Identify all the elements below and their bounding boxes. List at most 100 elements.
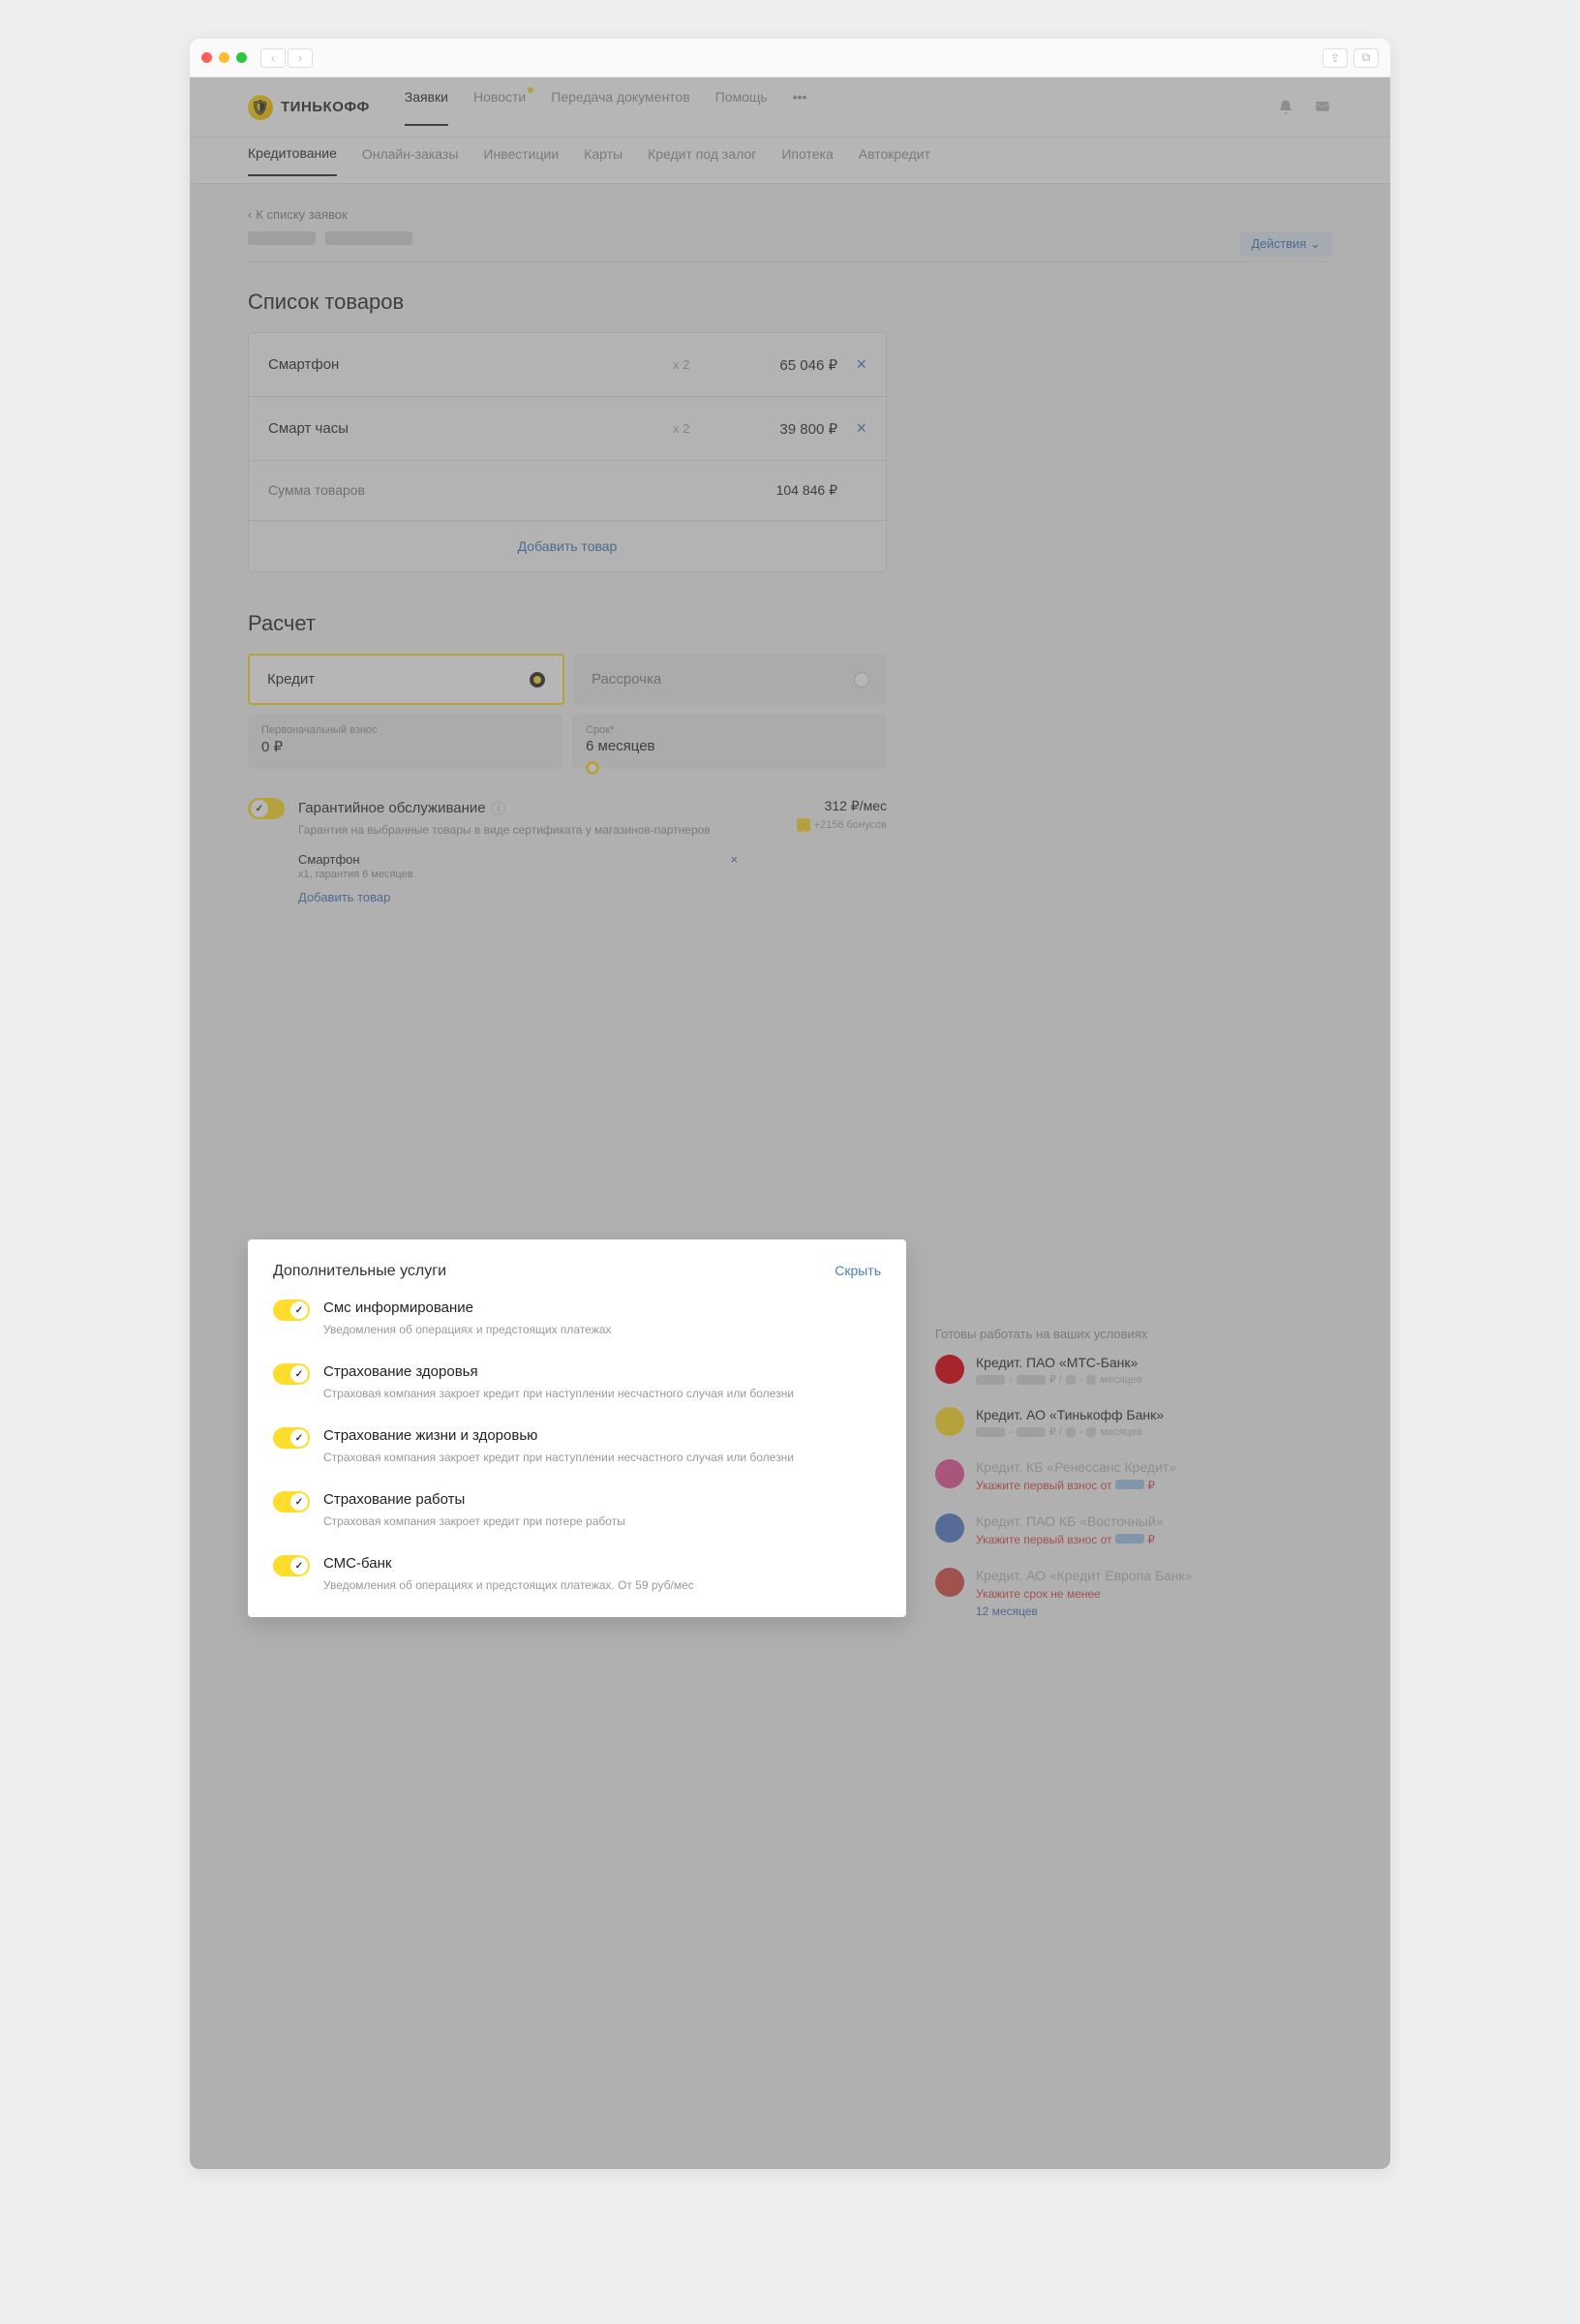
service-desc: Страховая компания закроет кредит при на… (323, 1449, 881, 1466)
nav-help[interactable]: Помощь (715, 89, 768, 126)
service-toggle[interactable] (273, 1427, 310, 1449)
service-row: Страхование здоровья Страховая компания з… (273, 1363, 881, 1402)
service-desc: Страховая компания закроет кредит при по… (323, 1513, 881, 1530)
good-qty: x 2 (673, 357, 731, 372)
subnav-mortgage[interactable]: Ипотека (781, 146, 833, 175)
titlebar: ‹ › ⇪ ⧉ (190, 39, 1390, 77)
info-icon[interactable]: ⓘ (492, 798, 506, 818)
goods-title: Список товаров (248, 290, 1332, 315)
bank-error: Укажите первый взнос от ₽ (976, 1479, 1284, 1492)
good-price: 39 800 ₽ (731, 420, 837, 438)
tab-installment[interactable]: Рассрочка (574, 654, 887, 705)
delete-row-icon[interactable]: × (837, 418, 866, 439)
service-toggle[interactable] (273, 1300, 310, 1321)
service-title: Страхование жизни и здоровью (323, 1427, 881, 1444)
bank-link[interactable]: 12 месяцев (976, 1605, 1284, 1618)
subnav-auto[interactable]: Автокредит (859, 146, 930, 175)
bank-offer[interactable]: Кредит. КБ «Ренессанс Кредит» Укажите пер… (935, 1459, 1284, 1492)
calc-title: Расчет (248, 611, 1332, 636)
minimize-icon[interactable] (219, 52, 229, 63)
logo-icon: 🛡︎ (248, 95, 273, 120)
service-desc: Страховая компания закроет кредит при на… (323, 1385, 881, 1402)
bank-name: Кредит. АО «Кредит Европа Банк» (976, 1568, 1284, 1583)
offers-heading: Готовы работать на ваших условиях (935, 1327, 1284, 1341)
table-row: Смарт часы x 2 39 800 ₽ × (249, 397, 886, 461)
nav-news[interactable]: Новости (473, 89, 526, 126)
bank-error: Укажите срок не менее (976, 1587, 1284, 1601)
close-icon[interactable] (201, 52, 212, 63)
chat-icon[interactable] (1313, 98, 1332, 117)
bonus-icon: ☆ (797, 818, 810, 832)
bell-icon[interactable] (1276, 98, 1295, 117)
warranty-toggle[interactable] (248, 798, 285, 819)
delete-row-icon[interactable]: × (837, 354, 866, 375)
subnav-online[interactable]: Онлайн-заказы (362, 146, 459, 175)
main-nav: Заявки Новости Передача документов Помощ… (405, 89, 807, 126)
nav-requests[interactable]: Заявки (405, 89, 448, 126)
chevron-left-icon: ‹ (248, 207, 252, 222)
service-toggle[interactable] (273, 1491, 310, 1513)
extra-title: Дополнительные услуги (273, 1263, 446, 1280)
bank-offer[interactable]: Кредит. АО «Кредит Европа Банк» Укажите с… (935, 1568, 1284, 1618)
browser-window: ‹ › ⇪ ⧉ 🛡︎ ТИНЬКОФФ Заявки Новости Перед… (190, 39, 1390, 2169)
bank-logo-icon (935, 1568, 964, 1597)
service-toggle[interactable] (273, 1555, 310, 1576)
bank-logo-icon (935, 1355, 964, 1384)
nav-more-icon[interactable]: ••• (793, 89, 807, 126)
service-row: Смс информированиеУведомления об операци… (273, 1300, 881, 1338)
goods-sum-row: Сумма товаров 104 846 ₽ (249, 461, 886, 521)
redacted-text (325, 231, 412, 245)
calc-type-tabs: Кредит Рассрочка (248, 654, 887, 705)
service-toggle[interactable] (273, 1363, 310, 1385)
bank-meta: - ₽ / - месяцев (976, 1425, 1284, 1438)
divider (248, 261, 1332, 262)
bank-offer[interactable]: Кредит. ПАО «МТС-Банк» - ₽ / - месяцев (935, 1355, 1284, 1386)
back-link[interactable]: ‹ К списку заявок (248, 207, 1332, 222)
hide-link[interactable]: Скрыть (835, 1263, 881, 1280)
slider-knob-icon[interactable] (586, 761, 599, 775)
nav-docs[interactable]: Передача документов (551, 89, 689, 126)
warranty-title: Гарантийное обслуживание ⓘ (298, 798, 738, 818)
term-slider[interactable]: Срок* 6 месяцев (572, 715, 887, 769)
bank-name: Кредит. ПАО КБ «Восточный» (976, 1514, 1284, 1529)
subnav-credit[interactable]: Кредитование (248, 145, 337, 176)
add-good-link[interactable]: Добавить товар (249, 521, 886, 571)
bank-offer[interactable]: Кредит. ПАО КБ «Восточный» Укажите первый… (935, 1514, 1284, 1546)
goods-table: Смартфон x 2 65 046 ₽ × Смарт часы x 2 3… (248, 332, 887, 572)
bank-offer[interactable]: Кредит. АО «Тинькофф Банк» - ₽ / - месяц… (935, 1407, 1284, 1438)
service-title: Страхование здоровья (323, 1363, 881, 1380)
service-title: Страхование работы (323, 1491, 881, 1508)
tab-credit[interactable]: Кредит (248, 654, 564, 705)
table-row: Смартфон x 2 65 046 ₽ × (249, 333, 886, 397)
bank-meta: - ₽ / - месяцев (976, 1373, 1284, 1386)
warranty-item: Смартфон (298, 852, 730, 867)
down-payment-input[interactable]: Первоначальный взнос 0 ₽ (248, 715, 562, 769)
tabs-icon[interactable]: ⧉ (1353, 48, 1379, 68)
service-desc: Уведомления об операциях и предстоящих п… (323, 1321, 881, 1338)
service-row: Страхование работы Страховая компания зак… (273, 1491, 881, 1530)
service-title: СМС-банк (323, 1555, 881, 1572)
back-nav-icon[interactable]: ‹ (260, 48, 286, 68)
subnav-cards[interactable]: Карты (584, 146, 623, 175)
bank-error: Укажите первый взнос от ₽ (976, 1533, 1284, 1546)
delete-warranty-icon[interactable]: × (730, 852, 738, 867)
maximize-icon[interactable] (236, 52, 247, 63)
warranty-price: 312 ₽/мес (751, 798, 887, 814)
extra-services-panel: Дополнительные услуги Скрыть Смс информи… (248, 1239, 906, 1617)
subnav-secured[interactable]: Кредит под залог (648, 146, 756, 175)
subnav-invest[interactable]: Инвестиции (483, 146, 559, 175)
warranty-row: Гарантийное обслуживание ⓘ Гарантия на в… (248, 798, 887, 904)
good-name: Смарт часы (268, 420, 673, 437)
logo[interactable]: 🛡︎ ТИНЬКОФФ (248, 95, 370, 120)
service-row: Страхование жизни и здоровью Страховая ко… (273, 1427, 881, 1466)
traffic-lights (201, 52, 247, 63)
bank-name: Кредит. КБ «Ренессанс Кредит» (976, 1459, 1284, 1475)
share-icon[interactable]: ⇪ (1322, 48, 1348, 68)
add-warranty-link[interactable]: Добавить товар (298, 890, 738, 904)
warranty-bonus: ☆ +2156 бонусов (751, 818, 887, 832)
service-desc: Уведомления об операциях и предстоящих п… (323, 1576, 881, 1594)
fwd-nav-icon[interactable]: › (288, 48, 313, 68)
page-content: 🛡︎ ТИНЬКОФФ Заявки Новости Передача доку… (190, 77, 1390, 2169)
actions-dropdown[interactable]: Действия ⌄ (1240, 231, 1333, 257)
nav-buttons: ‹ › (260, 48, 313, 68)
